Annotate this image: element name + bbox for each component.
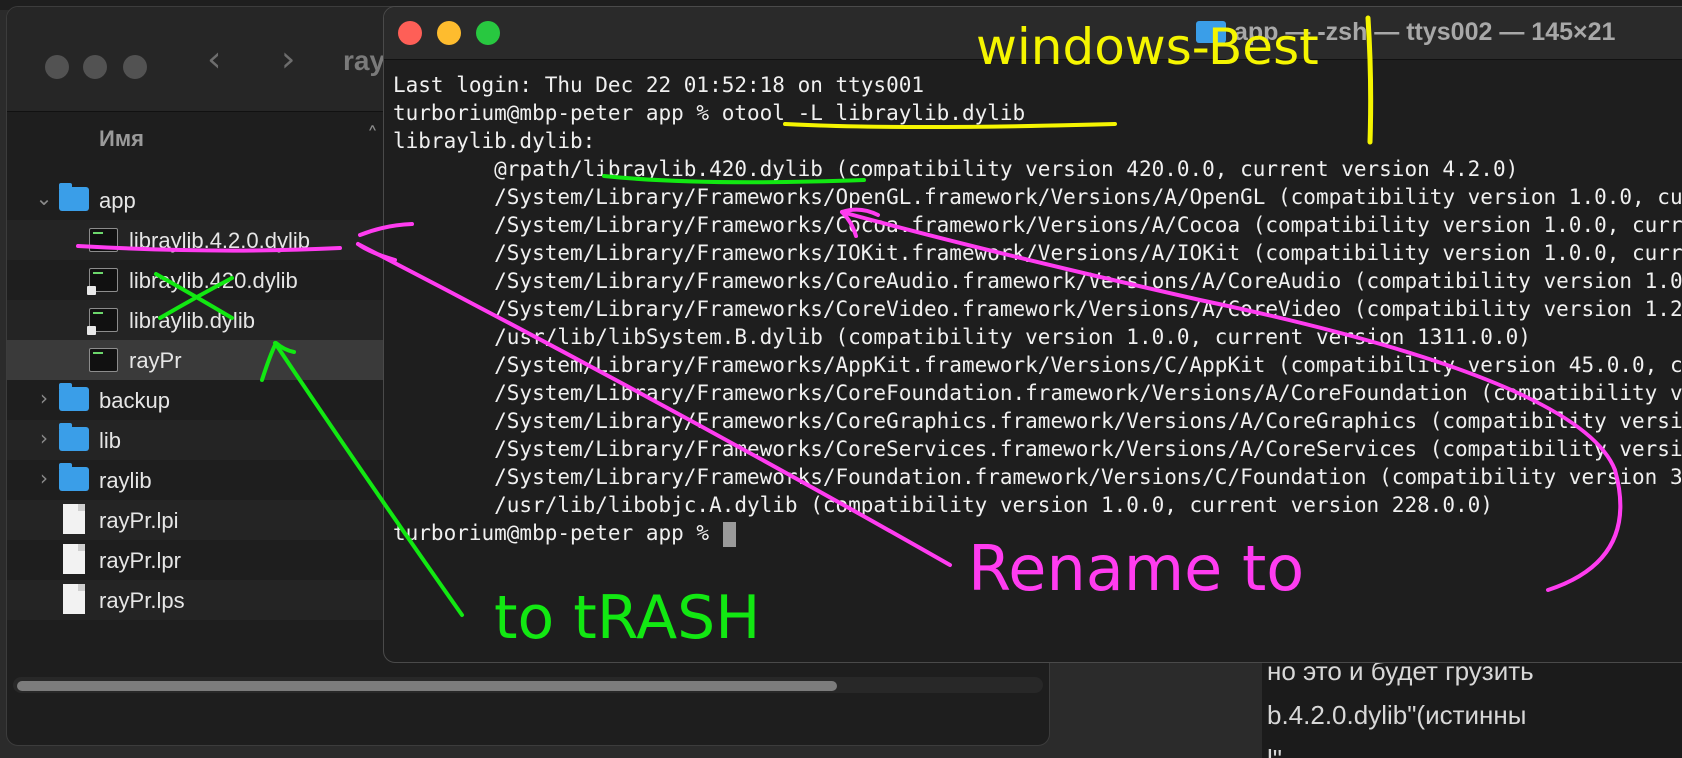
magenta-underline [76, 244, 342, 253]
annotation-rename-to: Rename to [968, 532, 1304, 605]
green-arrow [273, 341, 464, 617]
magenta-arrow [356, 242, 952, 567]
yellow-underline [783, 122, 1117, 129]
green-cross-line [154, 272, 234, 320]
annotation-to-trash: to tRASH [494, 583, 760, 653]
annotation-overlay: windows-Best Rename to to tRASH [76, 15, 1623, 653]
annotation-windows-best: windows-Best [976, 18, 1319, 76]
yellow-divider [1365, 15, 1374, 145]
green-underline [602, 174, 866, 185]
magenta-arrowhead [356, 222, 414, 262]
